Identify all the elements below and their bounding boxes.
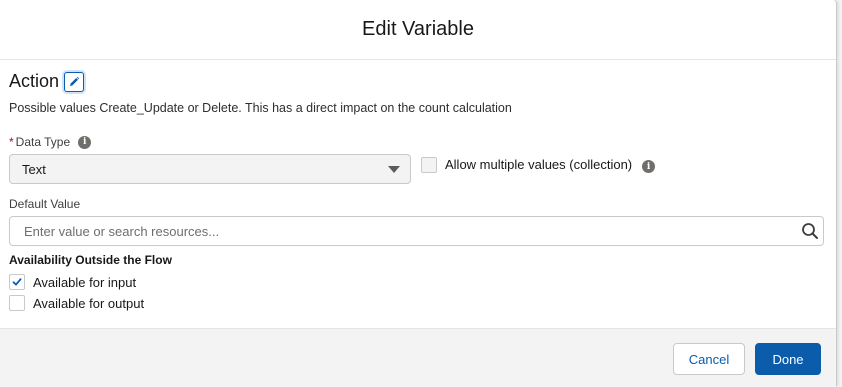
- default-value-field: [9, 216, 824, 246]
- data-type-info-icon[interactable]: i: [78, 135, 92, 149]
- default-value-input[interactable]: [22, 222, 801, 240]
- search-icon[interactable]: [801, 222, 819, 240]
- chevron-down-icon: [388, 165, 400, 173]
- variable-name: Action: [9, 71, 60, 91]
- allow-multiple-row: Allow multiple values (collection) i: [421, 156, 656, 173]
- available-input-row: Available for input: [9, 274, 136, 290]
- data-type-label: Data Type: [15, 135, 71, 149]
- available-input-checkbox[interactable]: [9, 274, 25, 290]
- done-button[interactable]: Done: [755, 343, 821, 375]
- data-type-select[interactable]: Text: [9, 154, 411, 184]
- edit-name-button[interactable]: [64, 71, 85, 92]
- modal-footer: Cancel Done: [0, 328, 836, 387]
- allow-multiple-checkbox[interactable]: [421, 156, 437, 173]
- allow-multiple-info-icon[interactable]: i: [642, 160, 656, 173]
- available-output-row: Available for output: [9, 295, 144, 311]
- default-value-label: Default Value: [9, 197, 81, 211]
- available-input-label: Available for input: [33, 274, 137, 290]
- pencil-icon: [70, 76, 80, 86]
- modal-header: Edit Variable: [0, 0, 836, 60]
- required-marker: *: [9, 135, 14, 149]
- allow-multiple-label: Allow multiple values (collection): [445, 157, 633, 172]
- available-output-checkbox[interactable]: [9, 295, 25, 311]
- edit-variable-modal: Edit Variable Action Possible values Cre…: [0, 0, 837, 387]
- variable-name-row: Action: [9, 71, 85, 92]
- cancel-button[interactable]: Cancel: [673, 343, 745, 375]
- available-output-label: Available for output: [33, 295, 145, 311]
- variable-description: Possible values Create_Update or Delete.…: [9, 101, 512, 115]
- data-type-label-row: * Data Type i: [9, 135, 92, 149]
- data-type-value: Text: [22, 161, 46, 177]
- availability-heading: Availability Outside the Flow: [9, 253, 172, 267]
- modal-title: Edit Variable: [362, 18, 474, 40]
- checkmark-icon: [12, 278, 22, 286]
